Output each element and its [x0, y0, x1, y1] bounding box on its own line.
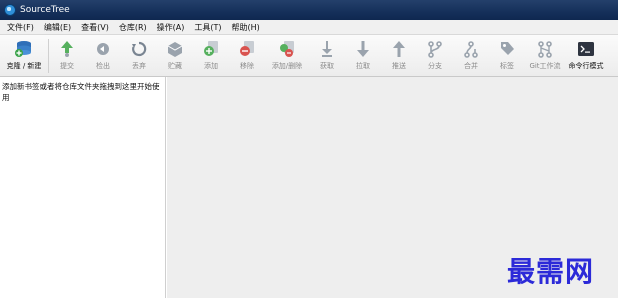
tag-icon [501, 42, 514, 55]
terminal-button[interactable]: 命令行模式 [565, 35, 607, 77]
commit-label: 提交 [60, 62, 74, 70]
window-title: SourceTree [20, 5, 70, 15]
menu-tools[interactable]: 工具(T) [189, 22, 226, 33]
add-label: 添加 [204, 62, 218, 70]
branch-icon [428, 41, 442, 58]
title-bar: SourceTree [0, 0, 618, 20]
menu-actions[interactable]: 操作(A) [152, 22, 190, 33]
git-flow-icon [538, 41, 552, 58]
pull-icon [357, 41, 369, 57]
checkout-label: 检出 [96, 62, 110, 70]
toolbar: 克隆 / 新建 提交 检出 丢弃 贮藏 添加 移除 添加/删除 获取 拉取 推送… [0, 35, 618, 77]
menu-edit[interactable]: 编辑(E) [39, 22, 76, 33]
discard-icon [132, 41, 147, 57]
remove-label: 移除 [240, 62, 254, 70]
add-remove-button[interactable]: 添加/删除 [265, 35, 309, 77]
terminal-icon [578, 42, 594, 56]
add-button[interactable]: 添加 [193, 35, 229, 77]
push-label: 推送 [392, 62, 406, 70]
sourcetree-logo-icon [4, 4, 16, 16]
push-button[interactable]: 推送 [381, 35, 417, 77]
discard-button[interactable]: 丢弃 [121, 35, 157, 77]
add-icon [204, 41, 218, 56]
fetch-icon [322, 41, 332, 57]
menu-file[interactable]: 文件(F) [2, 22, 39, 33]
add-remove-icon [280, 41, 294, 57]
stash-icon [167, 42, 183, 57]
stash-button[interactable]: 贮藏 [157, 35, 193, 77]
menu-view[interactable]: 查看(V) [76, 22, 114, 33]
discard-label: 丢弃 [132, 62, 146, 70]
branch-button[interactable]: 分支 [417, 35, 453, 77]
add-remove-label: 添加/删除 [271, 62, 303, 70]
bookmarks-hint: 添加新书签或者将仓库文件夹拖拽到这里开始使用 [2, 82, 160, 102]
fetch-button[interactable]: 获取 [309, 35, 345, 77]
clone-new-icon [15, 41, 31, 57]
terminal-label: 命令行模式 [568, 62, 604, 70]
menu-repository[interactable]: 仓库(R) [114, 22, 152, 33]
remove-button[interactable]: 移除 [229, 35, 265, 77]
bookmarks-sidebar[interactable]: 添加新书签或者将仓库文件夹拖拽到这里开始使用 [0, 77, 166, 298]
merge-label: 合并 [464, 62, 478, 70]
pull-button[interactable]: 拉取 [345, 35, 381, 77]
push-icon [393, 41, 405, 57]
checkout-button[interactable]: 检出 [85, 35, 121, 77]
watermark-logo: 最需网 [507, 255, 595, 288]
checkout-icon [97, 43, 109, 55]
tag-label: 标签 [500, 62, 514, 70]
menu-help[interactable]: 帮助(H) [227, 22, 265, 33]
clone-new-button[interactable]: 克隆 / 新建 [0, 35, 48, 77]
commit-button[interactable]: 提交 [49, 35, 85, 77]
remove-icon [240, 41, 254, 56]
clone-new-label: 克隆 / 新建 [6, 62, 42, 70]
merge-icon [464, 41, 478, 58]
git-flow-label: Git工作流 [529, 62, 561, 70]
branch-label: 分支 [428, 62, 442, 70]
commit-icon [61, 41, 73, 57]
tag-button[interactable]: 标签 [489, 35, 525, 77]
fetch-label: 获取 [320, 62, 334, 70]
git-flow-button[interactable]: Git工作流 [525, 35, 565, 77]
pull-label: 拉取 [356, 62, 370, 70]
merge-button[interactable]: 合并 [453, 35, 489, 77]
menu-bar: 文件(F) 编辑(E) 查看(V) 仓库(R) 操作(A) 工具(T) 帮助(H… [0, 20, 618, 35]
stash-label: 贮藏 [168, 62, 182, 70]
